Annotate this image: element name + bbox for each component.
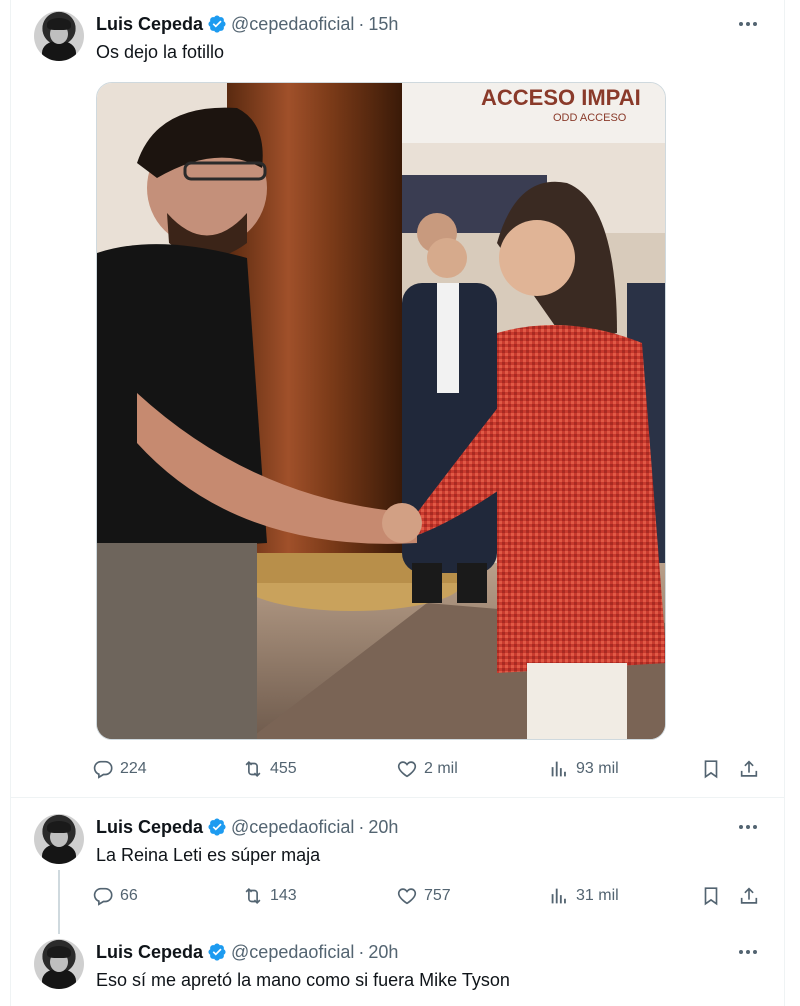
verified-badge-icon — [208, 15, 226, 33]
share-button[interactable] — [738, 883, 760, 909]
like-count: 757 — [424, 887, 451, 904]
verified-badge-icon — [208, 818, 226, 836]
reply-button[interactable]: 224 — [92, 756, 147, 782]
repost-count: 455 — [270, 760, 297, 777]
separator: · — [358, 13, 365, 34]
views-button[interactable]: 93 mil — [548, 756, 619, 782]
tweet-text: Eso sí me apretó la mano como si fuera M… — [96, 970, 510, 990]
repost-button[interactable]: 455 — [242, 756, 297, 782]
reply-count: 224 — [120, 760, 147, 777]
like-icon — [397, 888, 417, 905]
separator: · — [358, 941, 365, 962]
author-handle[interactable]: @cepedaoficial — [231, 14, 354, 35]
author-name[interactable]: Luis Cepeda — [96, 942, 203, 963]
author-handle[interactable]: @cepedaoficial — [231, 817, 354, 838]
photo-illustration: ACCESO IMPAI ODD ACCESO — [97, 83, 665, 739]
repost-icon — [245, 887, 261, 905]
bookmark-button[interactable] — [700, 756, 722, 782]
like-icon — [397, 761, 417, 778]
author-handle[interactable]: @cepedaoficial — [231, 942, 354, 963]
sign-text: ACCESO IMPAI — [481, 85, 641, 110]
tweet-actions: 224 455 2 mil 93 mil — [92, 756, 758, 782]
tweet-photo[interactable]: ACCESO IMPAI ODD ACCESO — [96, 82, 666, 740]
author-name[interactable]: Luis Cepeda — [96, 14, 203, 35]
share-icon — [740, 887, 758, 904]
repost-count: 143 — [270, 887, 297, 904]
reply-button[interactable]: 66 — [92, 883, 138, 909]
share-button[interactable] — [738, 756, 760, 782]
like-button[interactable]: 757 — [396, 883, 451, 909]
verified-badge-icon — [208, 943, 226, 961]
tweet-header: Luis Cepeda @cepedaoficial · 20h — [96, 815, 398, 839]
sign-text-small: ODD ACCESO — [553, 112, 627, 124]
bookmark-icon — [704, 760, 718, 779]
views-count: 93 mil — [576, 760, 619, 777]
tweet-text: Os dejo la fotillo — [96, 42, 225, 62]
repost-button[interactable]: 143 — [242, 883, 297, 909]
avatar[interactable] — [34, 814, 84, 864]
tweet-header: Luis Cepeda @cepedaoficial · 20h — [96, 940, 398, 964]
more-icon[interactable] — [736, 817, 760, 837]
views-button[interactable]: 31 mil — [548, 883, 619, 909]
reply-icon — [93, 887, 113, 906]
tweet-divider — [10, 797, 785, 798]
views-icon — [551, 761, 566, 777]
separator: · — [358, 816, 365, 837]
share-icon — [740, 760, 758, 777]
views-count: 31 mil — [576, 887, 619, 904]
more-icon[interactable] — [736, 14, 760, 34]
like-count: 2 mil — [424, 760, 458, 777]
tweet-text: La Reina Leti es súper maja — [96, 845, 321, 865]
thread-connector — [58, 870, 60, 934]
bookmark-button[interactable] — [700, 883, 722, 909]
reply-icon — [93, 760, 113, 779]
more-icon[interactable] — [736, 942, 760, 962]
author-name[interactable]: Luis Cepeda — [96, 817, 203, 838]
timestamp[interactable]: 20h — [368, 817, 398, 838]
timestamp[interactable]: 20h — [368, 942, 398, 963]
reply-count: 66 — [120, 887, 138, 904]
like-button[interactable]: 2 mil — [396, 756, 458, 782]
timestamp[interactable]: 15h — [368, 14, 398, 35]
views-icon — [551, 888, 566, 904]
tweet-actions: 66 143 757 31 mil — [92, 883, 758, 909]
avatar[interactable] — [34, 11, 84, 61]
bookmark-icon — [704, 887, 718, 906]
repost-icon — [245, 760, 261, 778]
avatar[interactable] — [34, 939, 84, 989]
tweet-header: Luis Cepeda @cepedaoficial · 15h — [96, 12, 398, 36]
